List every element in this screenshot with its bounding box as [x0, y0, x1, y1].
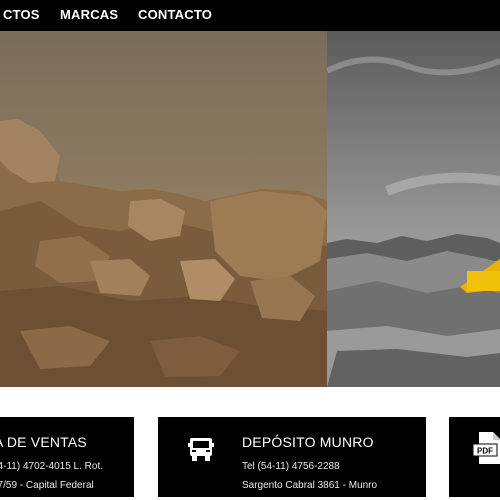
- sales-info-card: A DE VENTAS 54-11) 4702-4015 L. Rot. 57/…: [0, 417, 134, 497]
- sales-card-address: 57/59 - Capital Federal: [0, 480, 94, 491]
- nav-item-productos[interactable]: CTOS: [3, 7, 40, 22]
- sales-card-phone: 54-11) 4702-4015 L. Rot.: [0, 461, 104, 472]
- nav-item-marcas[interactable]: MARCAS: [60, 7, 118, 22]
- hero-image-construction-site: [327, 31, 500, 387]
- truck-icon: [188, 438, 214, 461]
- construction-illustration: [327, 56, 500, 387]
- hero-image-rocky-terrain: [0, 31, 327, 387]
- deposito-munro-card: DEPÓSITO MUNRO Tel (54-11) 4756-2288 Sar…: [158, 417, 426, 497]
- hero-banner: [0, 31, 500, 387]
- rocks-illustration: [0, 119, 327, 387]
- pdf-download-card[interactable]: PDF: [449, 417, 500, 497]
- pdf-icon-label: PDF: [477, 447, 493, 456]
- munro-card-phone: Tel (54-11) 4756-2288: [242, 461, 340, 472]
- pdf-icon[interactable]: PDF: [473, 430, 500, 466]
- nav-item-contacto[interactable]: CONTACTO: [138, 7, 212, 22]
- sales-card-title: A DE VENTAS: [0, 434, 87, 450]
- top-navigation-bar: CTOS MARCAS CONTACTO: [0, 0, 500, 31]
- munro-card-title: DEPÓSITO MUNRO: [242, 434, 374, 450]
- munro-card-address: Sargento Cabral 3861 - Munro: [242, 480, 378, 491]
